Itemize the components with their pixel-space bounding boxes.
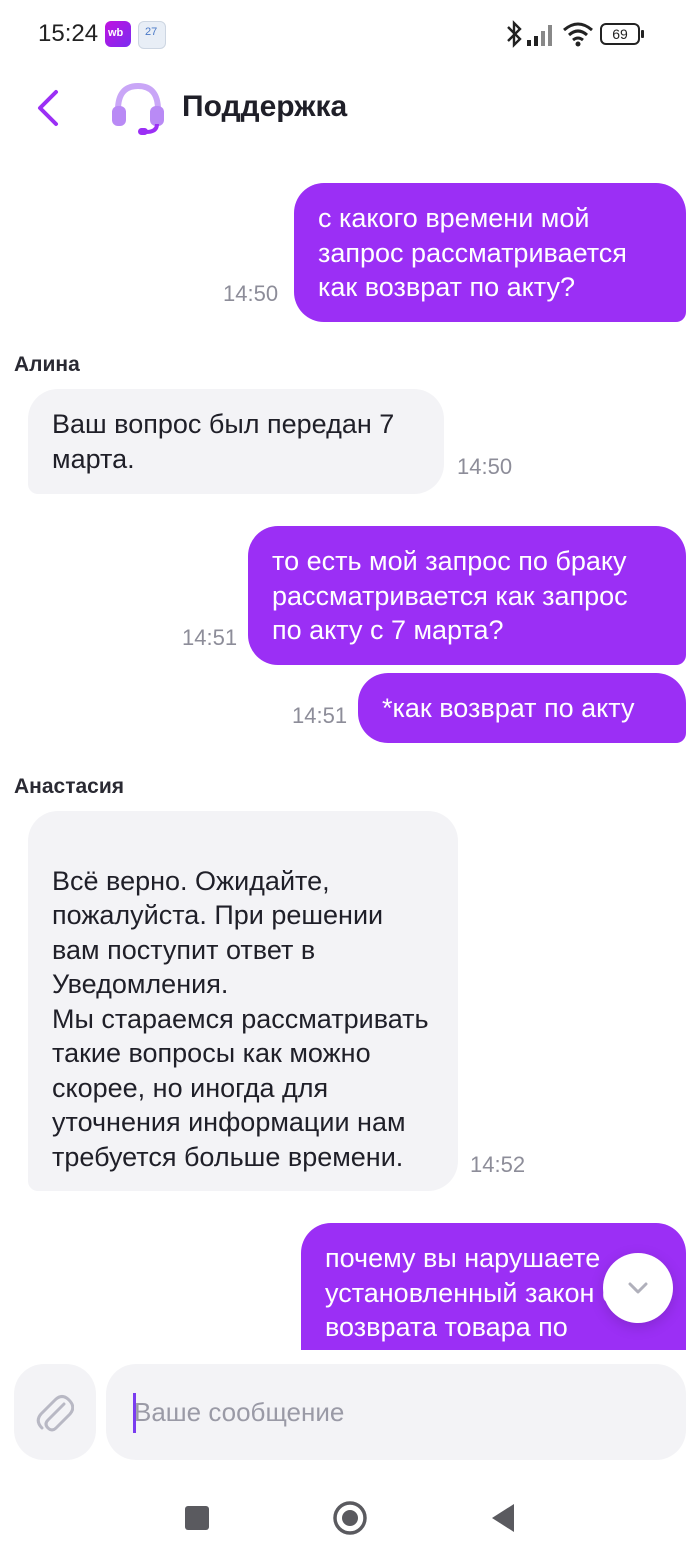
message-time: 14:51 — [292, 703, 348, 728]
circle-icon — [333, 1501, 367, 1535]
message-input[interactable] — [106, 1364, 686, 1460]
paperclip-icon — [36, 1395, 74, 1432]
message-list[interactable]: с какого времени мой запрос рассматривае… — [0, 150, 700, 1350]
home-button[interactable] — [330, 1498, 370, 1538]
message-time: 14:52 — [470, 1152, 526, 1177]
chevron-down-icon — [628, 1282, 648, 1294]
battery-icon: 69 — [600, 23, 640, 45]
back-nav-button[interactable] — [484, 1498, 524, 1538]
message-text: то есть мой запрос по браку рассматривае… — [272, 546, 628, 645]
chevron-left-icon — [38, 90, 58, 126]
incoming-message[interactable]: Ваш вопрос был передан 7 марта. — [28, 389, 444, 494]
chat-screen: 15:24 wb 27 69 Поддержка с какого времен… — [0, 0, 700, 1556]
status-indicators: 69 — [504, 20, 664, 50]
attach-button[interactable] — [14, 1364, 96, 1460]
message-time: 14:51 — [182, 625, 238, 650]
message-time: 14:50 — [223, 281, 279, 306]
battery-level: 69 — [612, 26, 628, 42]
sender-name: Анастасия — [14, 775, 125, 798]
chat-header: Поддержка — [0, 70, 700, 150]
status-bar: 15:24 wb 27 69 — [0, 0, 700, 70]
status-time: 15:24 — [38, 20, 99, 47]
battery-tip — [641, 30, 644, 38]
wildberries-app-icon: wb — [105, 21, 131, 47]
outgoing-message[interactable]: то есть мой запрос по браку рассматривае… — [248, 526, 686, 665]
message-time: 14:50 — [457, 454, 513, 479]
message-text: Всё верно. Ожидайте, пожалуйста. При реш… — [52, 865, 429, 1172]
triangle-back-icon — [492, 1504, 514, 1532]
wb-icon-label: wb — [108, 27, 124, 39]
recents-button[interactable] — [178, 1498, 218, 1538]
calendar-app-icon: 27 — [138, 21, 166, 49]
text-cursor — [133, 1393, 136, 1433]
message-composer — [0, 1350, 700, 1480]
message-text: Ваш вопрос был передан 7 марта. — [52, 409, 395, 474]
outgoing-message[interactable]: *как возврат по акту — [358, 673, 686, 743]
bluetooth-icon — [507, 20, 522, 48]
square-icon — [185, 1506, 209, 1530]
calendar-icon-label: 27 — [145, 26, 158, 38]
sender-name: Алина — [14, 353, 80, 376]
back-button[interactable] — [28, 84, 72, 132]
incoming-message[interactable]: Всё верно. Ожидайте, пожалуйста. При реш… — [28, 811, 458, 1191]
signal-icon — [527, 25, 552, 46]
headset-icon — [112, 82, 164, 135]
page-title: Поддержка — [182, 90, 348, 123]
message-text: *как возврат по акту — [382, 693, 635, 723]
wifi-icon — [563, 22, 593, 47]
system-navigation-bar — [0, 1480, 700, 1556]
outgoing-message[interactable]: с какого времени мой запрос рассматривае… — [294, 183, 686, 322]
message-text: с какого времени мой запрос рассматривае… — [318, 203, 627, 302]
scroll-down-button[interactable] — [603, 1253, 673, 1323]
